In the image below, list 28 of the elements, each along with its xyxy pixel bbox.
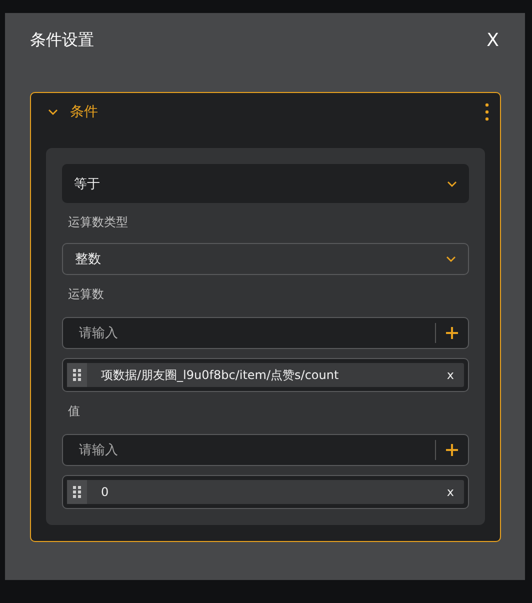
remove-button[interactable]: x: [436, 485, 464, 499]
chevron-down-icon: [48, 109, 58, 115]
drag-handle[interactable]: [67, 363, 87, 387]
field-label: 运算数类型: [67, 214, 129, 231]
chevron-down-icon: [446, 256, 456, 262]
remove-button[interactable]: x: [436, 368, 464, 382]
dropdown-field[interactable]: 等于: [62, 164, 469, 203]
text-input[interactable]: 请输入: [63, 442, 435, 458]
plus-icon: [446, 327, 458, 339]
item-text: 0: [100, 485, 110, 499]
grip-icon: [73, 486, 81, 498]
item-text: 项数据/朋友圈_l9u0f8bc/item/点赞s/count: [100, 366, 340, 384]
more-options-icon: [485, 103, 489, 121]
dropdown-value: 等于: [74, 176, 100, 192]
dialog-title: 条件设置: [30, 30, 94, 51]
dropdown-value: 整数: [75, 251, 101, 268]
field-label: 值: [67, 403, 81, 420]
chevron-down-icon: [447, 180, 457, 186]
plus-icon: [446, 444, 458, 456]
field-label: 运算数: [67, 286, 105, 303]
text-input[interactable]: 请输入: [63, 326, 435, 340]
input-field[interactable]: 请输入: [62, 317, 469, 349]
close-button[interactable]: X: [484, 30, 501, 51]
panel-title: 条件: [70, 103, 99, 121]
grip-icon: [73, 369, 81, 381]
drag-handle[interactable]: [67, 480, 87, 504]
input-field[interactable]: 请输入: [62, 434, 469, 466]
dropdown-field[interactable]: 整数: [62, 243, 469, 275]
